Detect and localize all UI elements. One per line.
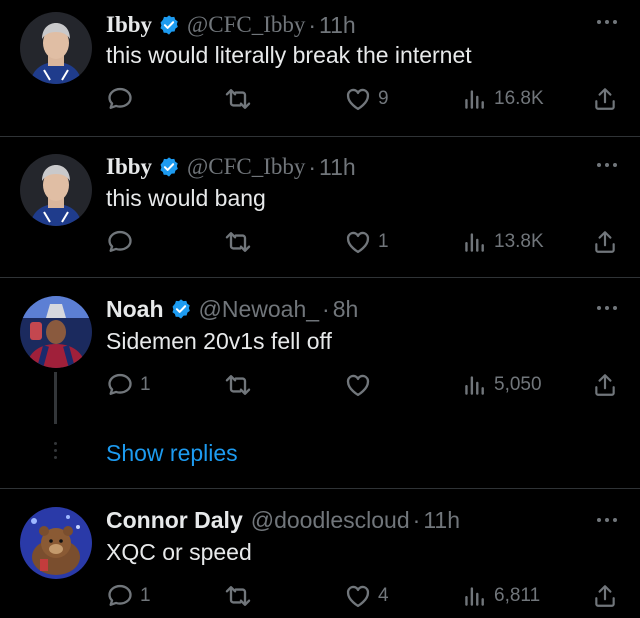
display-name[interactable]: Connor Daly: [106, 507, 243, 534]
tweet-text: Sidemen 20v1s fell off: [106, 328, 332, 354]
views-icon: [462, 372, 488, 398]
handle[interactable]: @Newoah_: [199, 296, 320, 323]
tweet-text: this would literally break the internet: [106, 42, 472, 68]
tweet-header: Ibby @CFC_Ibby · 11h: [106, 152, 356, 182]
tweet-1[interactable]: Ibby @CFC_Ibby · 11h this would literall…: [0, 0, 640, 136]
timestamp[interactable]: 11h: [319, 154, 356, 181]
tweet-4[interactable]: Connor Daly @doodlescloud · 11h XQC or s…: [0, 489, 640, 618]
action-bar: 1 5,050: [106, 370, 620, 400]
reply-button[interactable]: 1: [106, 370, 151, 400]
action-bar: 9 16.8K: [106, 84, 620, 114]
separator: ·: [308, 11, 317, 38]
verified-badge-icon: [158, 156, 180, 178]
timestamp[interactable]: 11h: [423, 507, 460, 534]
display-name[interactable]: Ibby: [106, 154, 152, 180]
more-icon[interactable]: [596, 517, 618, 523]
thread-line: [54, 372, 57, 424]
view-count: 13.8K: [494, 231, 544, 252]
share-button[interactable]: [592, 84, 618, 114]
retweet-icon: [224, 85, 252, 113]
separator: ·: [308, 153, 317, 180]
retweet-button[interactable]: [224, 84, 258, 114]
like-count: 4: [378, 585, 389, 606]
tweet-text: this would bang: [106, 185, 266, 211]
more-icon[interactable]: [596, 305, 618, 311]
more-icon[interactable]: [596, 19, 618, 25]
like-count: 1: [378, 231, 389, 252]
tweet-header: Ibby @CFC_Ibby · 11h: [106, 10, 356, 40]
action-bar: 1 4 6,811: [106, 581, 620, 611]
timestamp[interactable]: 8h: [333, 296, 359, 323]
retweet-button[interactable]: [224, 581, 258, 611]
reply-count: 1: [140, 585, 151, 606]
like-count: 9: [378, 88, 389, 109]
views-button[interactable]: 5,050: [462, 370, 542, 400]
share-icon: [592, 372, 618, 398]
views-button[interactable]: 6,811: [462, 581, 540, 611]
like-icon: [344, 85, 372, 113]
view-count: 5,050: [494, 374, 542, 395]
tweet-3[interactable]: Noah @Newoah_ · 8h Sidemen 20v1s fell of…: [0, 278, 640, 487]
like-button[interactable]: [344, 370, 378, 400]
display-name[interactable]: Ibby: [106, 12, 152, 38]
tweet-2[interactable]: Ibby @CFC_Ibby · 11h this would bang 1 1…: [0, 137, 640, 277]
show-replies-link[interactable]: Show replies: [106, 440, 238, 467]
views-button[interactable]: 16.8K: [462, 84, 544, 114]
like-icon: [344, 371, 372, 399]
avatar[interactable]: [20, 507, 92, 579]
reply-button[interactable]: [106, 227, 140, 257]
separator: ·: [412, 506, 421, 533]
view-count: 6,811: [494, 585, 541, 606]
thread-dots: [54, 442, 57, 463]
like-icon: [344, 228, 372, 256]
reply-icon: [106, 582, 134, 610]
retweet-icon: [224, 371, 252, 399]
reply-icon: [106, 228, 134, 256]
views-button[interactable]: 13.8K: [462, 227, 544, 257]
handle[interactable]: @CFC_Ibby: [187, 154, 305, 180]
avatar[interactable]: [20, 154, 92, 226]
views-icon: [462, 86, 488, 112]
retweet-button[interactable]: [224, 227, 258, 257]
more-icon[interactable]: [596, 162, 618, 168]
display-name[interactable]: Noah: [106, 296, 164, 323]
avatar[interactable]: [20, 296, 92, 368]
reply-icon: [106, 85, 134, 113]
verified-badge-icon: [158, 14, 180, 36]
verified-badge-icon: [170, 298, 192, 320]
avatar[interactable]: [20, 12, 92, 84]
tweet-text: XQC or speed: [106, 539, 252, 565]
reply-icon: [106, 371, 134, 399]
like-button[interactable]: 1: [344, 227, 389, 257]
handle[interactable]: @doodlescloud: [251, 507, 410, 534]
handle[interactable]: @CFC_Ibby: [187, 12, 305, 38]
timestamp[interactable]: 11h: [319, 12, 356, 39]
share-button[interactable]: [592, 370, 618, 400]
share-icon: [592, 583, 618, 609]
reply-button[interactable]: 1: [106, 581, 151, 611]
like-button[interactable]: 4: [344, 581, 389, 611]
share-button[interactable]: [592, 227, 618, 257]
like-button[interactable]: 9: [344, 84, 389, 114]
view-count: 16.8K: [494, 88, 544, 109]
like-icon: [344, 582, 372, 610]
retweet-button[interactable]: [224, 370, 258, 400]
reply-count: 1: [140, 374, 151, 395]
separator: ·: [322, 295, 330, 322]
tweet-header: Connor Daly @doodlescloud · 11h: [106, 505, 460, 535]
share-button[interactable]: [592, 581, 618, 611]
retweet-icon: [224, 582, 252, 610]
views-icon: [462, 583, 488, 609]
share-icon: [592, 86, 618, 112]
share-icon: [592, 229, 618, 255]
retweet-icon: [224, 228, 252, 256]
action-bar: 1 13.8K: [106, 227, 620, 257]
reply-button[interactable]: [106, 84, 140, 114]
views-icon: [462, 229, 488, 255]
tweet-header: Noah @Newoah_ · 8h: [106, 294, 358, 324]
